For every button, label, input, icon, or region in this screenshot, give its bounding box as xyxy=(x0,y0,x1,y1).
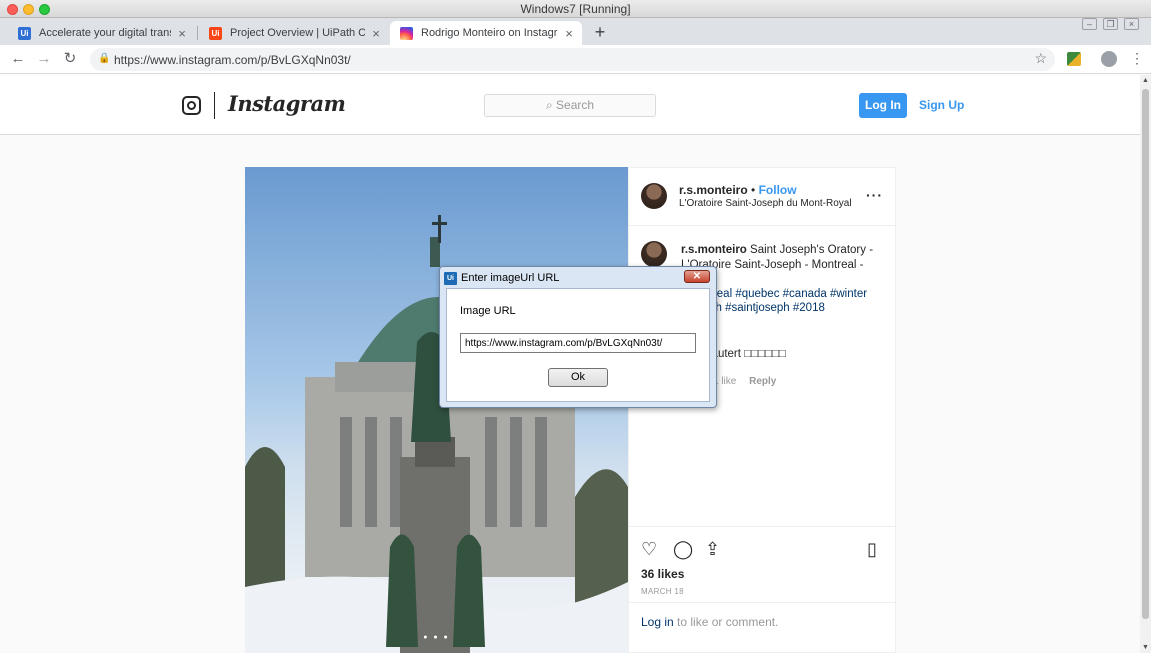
minimize-icon[interactable]: – xyxy=(1082,18,1097,30)
tab-close-icon[interactable]: × xyxy=(562,26,576,41)
reload-icon[interactable]: ↻ xyxy=(61,50,79,68)
post-header: r.s.monteiro • Follow L'Oratoire Saint-J… xyxy=(629,168,895,226)
dialog-titlebar[interactable]: Ui Enter imageUrl URL xyxy=(444,270,559,286)
carousel-dots[interactable]: ● ● ● xyxy=(245,634,628,641)
page-scrollbar[interactable]: ▲ ▼ xyxy=(1140,75,1151,653)
back-arrow-icon[interactable]: ← xyxy=(9,50,27,68)
heart-icon[interactable]: ♡ xyxy=(641,539,657,560)
login-button[interactable]: Log In xyxy=(859,93,907,118)
search-placeholder: Search xyxy=(556,98,595,112)
vm-title-bar: Windows7 [Running] xyxy=(0,0,1151,18)
bookmark-star-icon[interactable]: ☆ xyxy=(1034,50,1047,67)
reply-button[interactable]: Reply xyxy=(749,376,776,387)
url-text[interactable]: https://www.instagram.com/p/BvLGXqNn03t/ xyxy=(114,53,351,67)
caption-username[interactable]: r.s.monteiro xyxy=(681,244,747,256)
profile-avatar-icon[interactable] xyxy=(1101,51,1117,67)
login-to-comment: Log in to like or comment. xyxy=(629,602,895,641)
browser-menu-icon[interactable]: ⋮ xyxy=(1130,50,1144,67)
instagram-header: Instagram ⌕ Search Log In Sign Up xyxy=(0,75,1140,135)
username-link[interactable]: r.s.monteiro xyxy=(679,183,748,197)
scroll-thumb[interactable] xyxy=(1142,89,1149,619)
instagram-wordmark[interactable]: Instagram xyxy=(228,91,346,116)
comment-meta: 1 like Reply xyxy=(713,376,776,387)
restore-icon[interactable]: ❐ xyxy=(1103,18,1118,30)
tab-separator xyxy=(197,26,198,40)
follow-button[interactable]: Follow xyxy=(759,183,797,197)
post-photo[interactable]: ● ● ● xyxy=(245,167,628,653)
comment-icon[interactable]: ◯ xyxy=(673,539,693,560)
tab-close-icon[interactable]: × xyxy=(175,26,189,41)
oratory-photo xyxy=(245,215,628,653)
location-link[interactable]: L'Oratoire Saint-Joseph du Mont-Royal xyxy=(679,198,852,209)
browser-tab-strip: Ui Accelerate your digital transform × U… xyxy=(0,18,1151,45)
guest-window-controls: – ❐ × xyxy=(1082,18,1139,30)
search-input[interactable]: ⌕ Search xyxy=(484,94,656,117)
dialog-title: Enter imageUrl URL xyxy=(461,272,560,284)
search-icon: ⌕ xyxy=(545,98,553,112)
tab-label: Rodrigo Monteiro on Instagram xyxy=(421,27,558,39)
avatar[interactable] xyxy=(641,183,667,209)
likes-count[interactable]: 36 likes xyxy=(641,567,684,581)
tab-label: Accelerate your digital transform xyxy=(39,27,171,39)
comment-text: lautert □□□□□□ xyxy=(709,348,786,360)
bookmark-icon[interactable]: ▯ xyxy=(867,539,877,560)
close-icon[interactable]: × xyxy=(1124,18,1139,30)
extension-icon[interactable] xyxy=(1067,52,1081,66)
image-url-dialog: Ui Enter imageUrl URL ✕ Image URL Ok xyxy=(439,266,717,408)
login-link[interactable]: Log in xyxy=(641,615,674,629)
address-bar[interactable]: 🔒 https://www.instagram.com/p/BvLGXqNn03… xyxy=(90,48,1055,71)
instagram-camera-icon[interactable] xyxy=(182,96,201,115)
avatar[interactable] xyxy=(641,241,667,267)
uipath-icon: Ui xyxy=(18,26,31,40)
forward-arrow-icon[interactable]: → xyxy=(35,50,53,68)
uipath-icon: Ui xyxy=(209,26,222,40)
tab-uipath-project[interactable]: Ui Project Overview | UiPath Conne × xyxy=(199,21,389,45)
more-options-icon[interactable]: ··· xyxy=(866,187,883,203)
new-tab-button[interactable]: + xyxy=(592,21,608,43)
lock-icon: 🔒 xyxy=(98,53,111,64)
post-date: MARCH 18 xyxy=(641,587,684,596)
post-actions: ♡ ◯ ⇪ ▯ 36 likes MARCH 18 xyxy=(629,526,895,596)
scroll-up-icon[interactable]: ▲ xyxy=(1142,77,1149,84)
image-url-label: Image URL xyxy=(460,305,516,317)
image-url-input[interactable] xyxy=(460,333,696,353)
tab-uipath-accelerate[interactable]: Ui Accelerate your digital transform × xyxy=(8,21,195,45)
signup-link[interactable]: Sign Up xyxy=(919,98,964,112)
browser-toolbar: ← → ↻ 🔒 https://www.instagram.com/p/BvLG… xyxy=(0,45,1151,74)
share-icon[interactable]: ⇪ xyxy=(705,539,720,560)
post-author: r.s.monteiro • Follow xyxy=(679,183,797,197)
dialog-body: Image URL Ok xyxy=(446,288,710,402)
header-divider xyxy=(214,92,215,119)
login-prompt-text: to like or comment. xyxy=(673,615,779,629)
tab-close-icon[interactable]: × xyxy=(369,26,383,41)
tab-label: Project Overview | UiPath Conne xyxy=(230,27,365,39)
tab-instagram[interactable]: Rodrigo Monteiro on Instagram × xyxy=(390,21,582,45)
vm-window-title: Windows7 [Running] xyxy=(520,2,631,16)
uipath-icon: Ui xyxy=(444,271,457,285)
dialog-close-button[interactable]: ✕ xyxy=(684,270,710,283)
scroll-down-icon[interactable]: ▼ xyxy=(1142,644,1149,651)
follow-separator: • xyxy=(751,183,756,197)
instagram-icon xyxy=(400,26,413,40)
ok-button[interactable]: Ok xyxy=(548,368,608,387)
post-details-panel: r.s.monteiro • Follow L'Oratoire Saint-J… xyxy=(628,167,896,653)
